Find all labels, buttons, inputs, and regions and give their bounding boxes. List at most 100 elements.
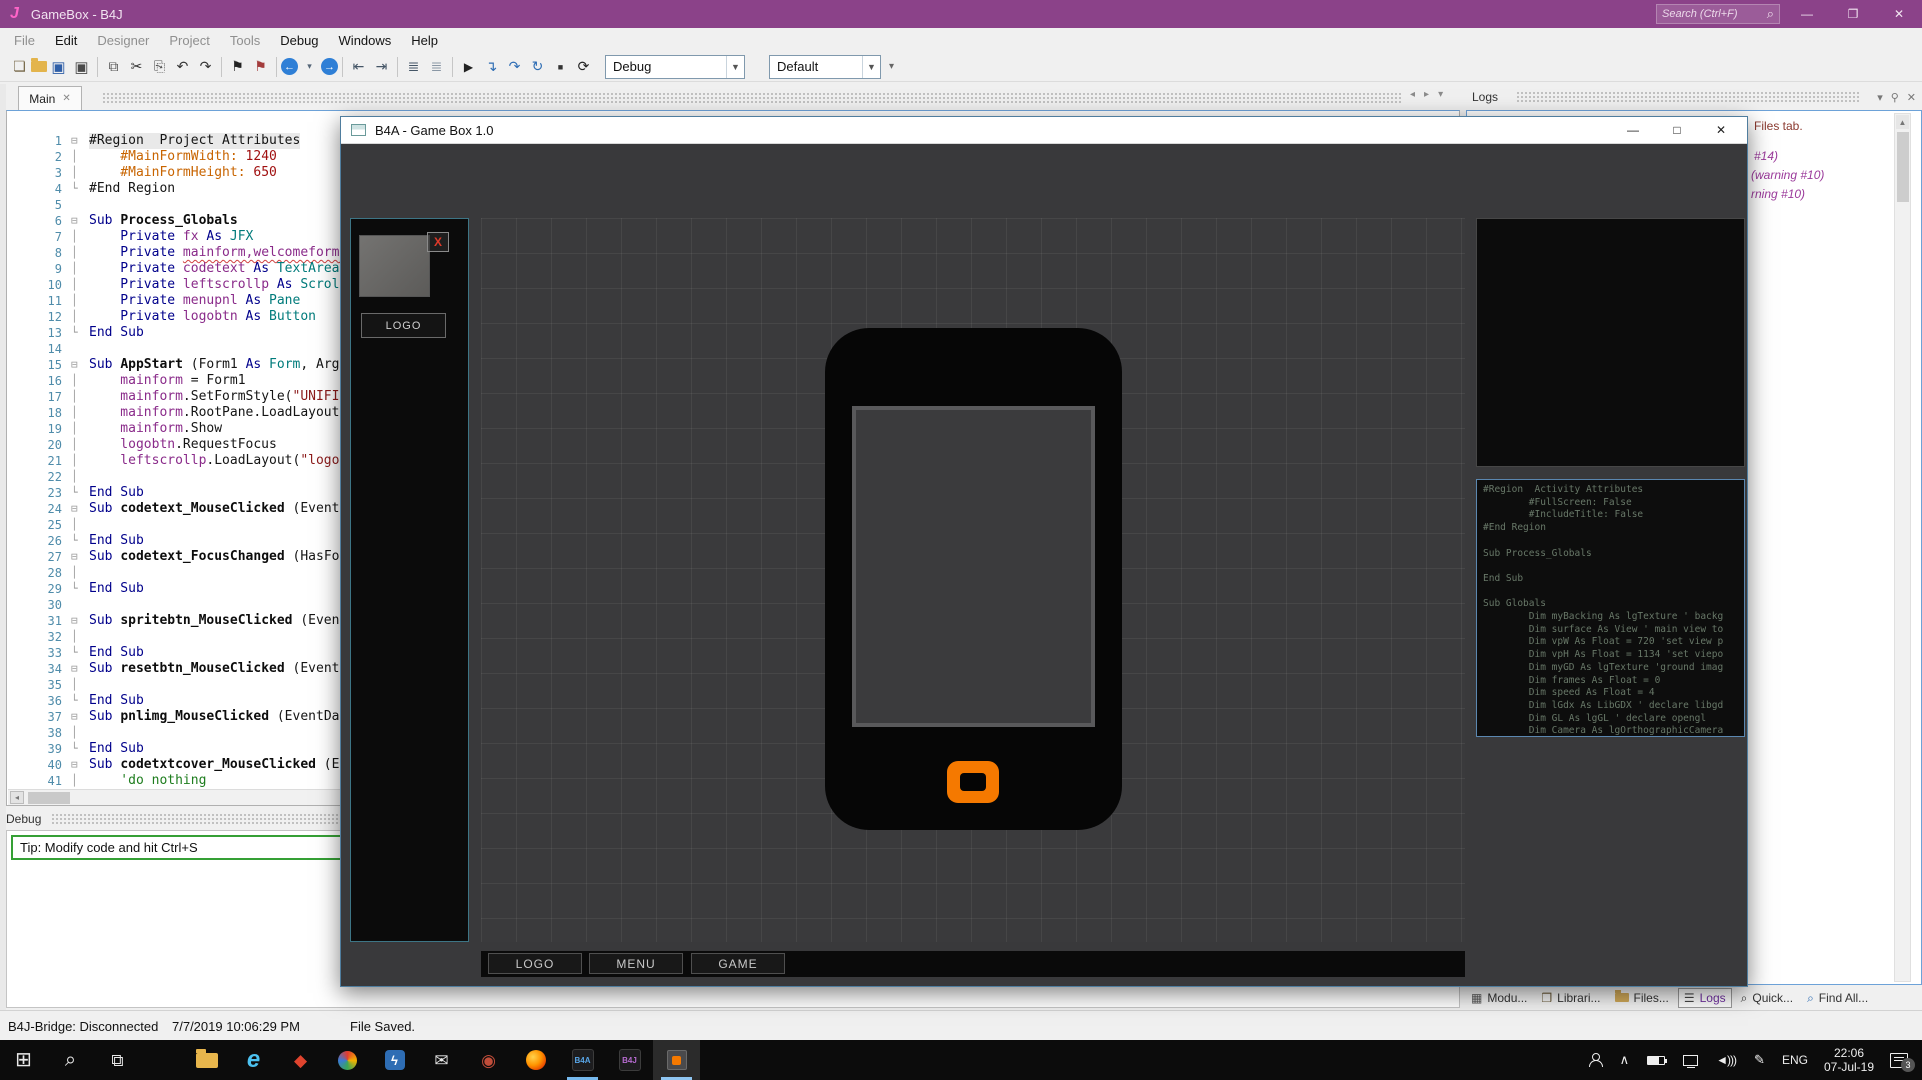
minimize-button[interactable]: —: [1611, 117, 1655, 144]
back-caret-icon[interactable]: ▾: [298, 55, 321, 79]
code-text[interactable]: Sub Process_Globals: [89, 213, 238, 229]
resume-icon[interactable]: ↻: [526, 55, 549, 79]
code-text[interactable]: #MainFormHeight: 650: [89, 165, 277, 181]
dock-tab-modu[interactable]: ▦Modu...: [1466, 989, 1532, 1007]
fold-toggle-icon[interactable]: ⊟: [71, 133, 89, 149]
code-text[interactable]: End Sub: [89, 581, 144, 597]
cut-icon[interactable]: ✂: [125, 55, 148, 79]
close-button[interactable]: ✕: [1699, 117, 1743, 144]
volume-icon[interactable]: ◄))): [1716, 1053, 1736, 1067]
task-view-icon[interactable]: ⧉: [94, 1040, 141, 1080]
app-red-icon[interactable]: ◆: [277, 1040, 324, 1080]
code-text[interactable]: End Sub: [89, 325, 144, 341]
code-text[interactable]: mainform.Show: [89, 421, 222, 437]
navigate-back-icon[interactable]: ←: [281, 58, 298, 75]
code-text[interactable]: Sub codetxtcover_MouseClicked (Event: [89, 757, 371, 773]
code-text[interactable]: End Sub: [89, 533, 144, 549]
fold-toggle-icon[interactable]: ⊟: [71, 213, 89, 229]
edge-browser-icon[interactable]: e: [230, 1040, 277, 1080]
code-text[interactable]: logobtn.RequestFocus: [89, 437, 277, 453]
bookmark-clear-icon[interactable]: ⚑: [249, 55, 272, 79]
profile-select[interactable]: Default ▼: [769, 55, 881, 79]
phone-mockup[interactable]: [825, 328, 1122, 830]
pin-icon[interactable]: ⚲: [1891, 91, 1899, 104]
outdent-icon[interactable]: ⇤: [347, 55, 370, 79]
start-button[interactable]: ⊞: [0, 1040, 47, 1080]
bookmark-icon[interactable]: ⚑: [226, 55, 249, 79]
network-icon[interactable]: [1683, 1055, 1698, 1066]
tab-nav-arrow-icon[interactable]: ▸: [1424, 89, 1429, 100]
dock-tab-findall[interactable]: ⌕Find All...: [1802, 989, 1873, 1007]
run-icon[interactable]: ▶: [457, 55, 480, 79]
code-text[interactable]: Sub AppStart (Form1 As Form, Args(): [89, 357, 363, 373]
code-text[interactable]: Sub codetext_MouseClicked (EventData: [89, 501, 371, 517]
new-file-icon[interactable]: ❏: [8, 55, 31, 79]
code-text[interactable]: Private mainform,welcomeform,gam: [89, 245, 371, 261]
comment-icon[interactable]: ≣: [402, 55, 425, 79]
fold-toggle-icon[interactable]: ⊟: [71, 357, 89, 373]
dock-tab-librari[interactable]: ❒Librari...: [1536, 989, 1605, 1007]
redo-icon[interactable]: ↷: [194, 55, 217, 79]
fold-toggle-icon[interactable]: ⊟: [71, 757, 89, 773]
gamebar-menu-button[interactable]: MENU: [589, 953, 683, 974]
code-text[interactable]: Sub pnlimg_MouseClicked (EventData A: [89, 709, 371, 725]
logo-button[interactable]: LOGO: [361, 313, 446, 338]
maximize-button[interactable]: □: [1655, 117, 1699, 144]
paste-icon[interactable]: ⎘: [148, 55, 171, 79]
pen-icon[interactable]: ✎: [1754, 1052, 1765, 1068]
open-file-icon[interactable]: [31, 61, 47, 72]
code-text[interactable]: End Sub: [89, 741, 144, 757]
scroll-left-icon[interactable]: ◂: [10, 791, 24, 804]
language-indicator[interactable]: ENG: [1782, 1053, 1808, 1067]
menu-tools[interactable]: Tools: [220, 33, 270, 48]
game-window-titlebar[interactable]: B4A - Game Box 1.0 — □ ✕: [341, 117, 1747, 144]
code-text[interactable]: Private codetext As TextArea: [89, 261, 339, 277]
menu-windows[interactable]: Windows: [329, 33, 402, 48]
b4j-app-icon[interactable]: B4J: [606, 1040, 653, 1080]
code-text[interactable]: End Sub: [89, 693, 144, 709]
scrollbar-thumb[interactable]: [28, 792, 70, 804]
build-config-select[interactable]: Debug ▼: [605, 55, 745, 79]
tab-nav-arrow-icon[interactable]: ▾: [1438, 89, 1443, 100]
scroll-up-icon[interactable]: ▲: [1896, 115, 1909, 129]
menu-help[interactable]: Help: [401, 33, 448, 48]
pause-icon[interactable]: ■: [549, 55, 572, 79]
search-input[interactable]: Search (Ctrl+F) ⌕: [1656, 4, 1780, 24]
logo-scroll-panel[interactable]: X LOGO: [350, 218, 469, 942]
fold-toggle-icon[interactable]: ⊟: [71, 661, 89, 677]
minimize-button[interactable]: —: [1784, 0, 1830, 28]
restart-icon[interactable]: ⟳: [572, 55, 595, 79]
chevron-up-icon[interactable]: ∧: [1620, 1052, 1630, 1068]
gamebox-app-icon[interactable]: [653, 1040, 700, 1080]
dock-tab-quick[interactable]: ⌕Quick...: [1736, 989, 1798, 1007]
tab-nav-arrows[interactable]: ◂▸▾: [1410, 89, 1443, 100]
tab-close-icon[interactable]: ✕: [62, 93, 70, 104]
maximize-button[interactable]: ❐: [1830, 0, 1876, 28]
code-text[interactable]: #MainFormWidth: 1240: [89, 149, 277, 165]
taskbar-search-icon[interactable]: ⌕: [47, 1040, 94, 1080]
preview-code-panel[interactable]: #Region Activity Attributes #FullScreen:…: [1476, 479, 1745, 737]
code-text[interactable]: #Region Project Attributes: [89, 133, 300, 149]
phone-home-button[interactable]: [947, 761, 999, 803]
code-text[interactable]: mainform.RootPane.LoadLayout("Fl: [89, 405, 371, 421]
step-over-icon[interactable]: ↷: [503, 55, 526, 79]
copy-icon[interactable]: ⧉: [102, 55, 125, 79]
chevron-down-icon[interactable]: ▼: [862, 56, 880, 78]
logo-remove-button[interactable]: X: [427, 232, 449, 252]
dock-tab-files[interactable]: Files...: [1610, 989, 1674, 1007]
gamebar-game-button[interactable]: GAME: [691, 953, 785, 974]
mail-app-icon[interactable]: ✉: [418, 1040, 465, 1080]
menu-debug[interactable]: Debug: [270, 33, 328, 48]
chevron-down-icon[interactable]: ▼: [726, 56, 744, 78]
app-colorwheel-icon[interactable]: [324, 1040, 371, 1080]
fold-toggle-icon[interactable]: ⊟: [71, 501, 89, 517]
code-text[interactable]: Sub codetext_FocusChanged (HasFocus: [89, 549, 363, 565]
logs-menu-icon[interactable]: ▾: [1877, 91, 1883, 104]
clock[interactable]: 22:06 07-Jul-19: [1824, 1046, 1874, 1074]
scrollbar-thumb[interactable]: [1897, 132, 1909, 202]
app-blue-icon[interactable]: ϟ: [371, 1040, 418, 1080]
save-icon[interactable]: ▣: [47, 55, 70, 79]
b4a-app-icon[interactable]: B4A: [559, 1040, 606, 1080]
code-text[interactable]: mainform.SetFormStyle("UNIFIED": [89, 389, 363, 405]
menu-file[interactable]: File: [4, 33, 45, 48]
